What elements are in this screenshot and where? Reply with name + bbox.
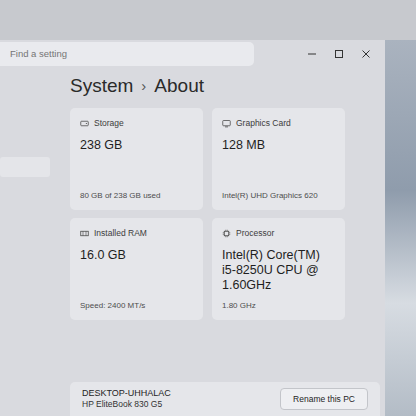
spec-card: Graphics Card 128 MB Intel(R) UHD Graphics… [212, 108, 345, 210]
ram-icon [80, 229, 89, 238]
spec-detail: Speed: 2400 MT/s [80, 294, 193, 312]
spec-detail: 80 GB of 238 GB used [80, 184, 193, 202]
device-model: HP EliteBook 830 G5 [82, 399, 171, 410]
spec-label: Storage [94, 117, 124, 130]
minimize-icon[interactable] [307, 49, 317, 59]
spec-detail: Intel(R) UHD Graphics 620 [222, 184, 335, 202]
device-info: DESKTOP-UHHALACHP EliteBook 830 G5 [82, 388, 171, 410]
spec-label: Processor [236, 227, 274, 240]
sidebar-item[interactable] [0, 157, 50, 177]
sidebar [0, 68, 70, 416]
spec-card: Storage 238 GB 80 GB of 238 GB used [70, 108, 203, 210]
processor-icon [222, 229, 231, 238]
spec-label: Installed RAM [94, 227, 147, 240]
close-icon[interactable] [361, 49, 371, 59]
spec-grid: Storage 238 GB 80 GB of 238 GB used Graphic… [70, 108, 385, 320]
maximize-icon[interactable] [334, 49, 344, 59]
graphics-icon [222, 119, 231, 128]
spec-label-row: Storage [80, 117, 193, 130]
spec-value: 16.0 GB [80, 248, 193, 263]
spec-label-row: Processor [222, 227, 335, 240]
spec-card: Processor Intel(R) Core(TM) i5-8250U CPU … [212, 218, 345, 320]
top-strip [0, 0, 416, 40]
spec-detail: 1.80 GHz [222, 294, 335, 312]
breadcrumb-separator: › [141, 75, 146, 98]
spec-label-row: Graphics Card [222, 117, 335, 130]
spec-value: 238 GB [80, 138, 193, 153]
breadcrumb-current: About [154, 72, 204, 101]
wallpaper [385, 40, 416, 416]
search-box[interactable] [0, 42, 254, 66]
spec-card: Installed RAM 16.0 GB Speed: 2400 MT/s [70, 218, 203, 320]
spec-label: Graphics Card [236, 117, 291, 130]
spec-label-row: Installed RAM [80, 227, 193, 240]
rename-button[interactable]: Rename this PC [280, 388, 368, 411]
storage-icon [80, 119, 89, 128]
device-name: DESKTOP-UHHALAC [82, 388, 171, 399]
spec-value: 128 MB [222, 138, 335, 153]
settings-window: System › About Storage 238 GB 80 GB of 238 G… [0, 40, 385, 416]
device-panel: DESKTOP-UHHALACHP EliteBook 830 G5 Rename… [70, 382, 380, 416]
spec-value: Intel(R) Core(TM) i5-8250U CPU @ 1.60GHz [222, 248, 335, 293]
breadcrumb-parent[interactable]: System [70, 72, 133, 101]
breadcrumb: System › About [70, 72, 385, 101]
